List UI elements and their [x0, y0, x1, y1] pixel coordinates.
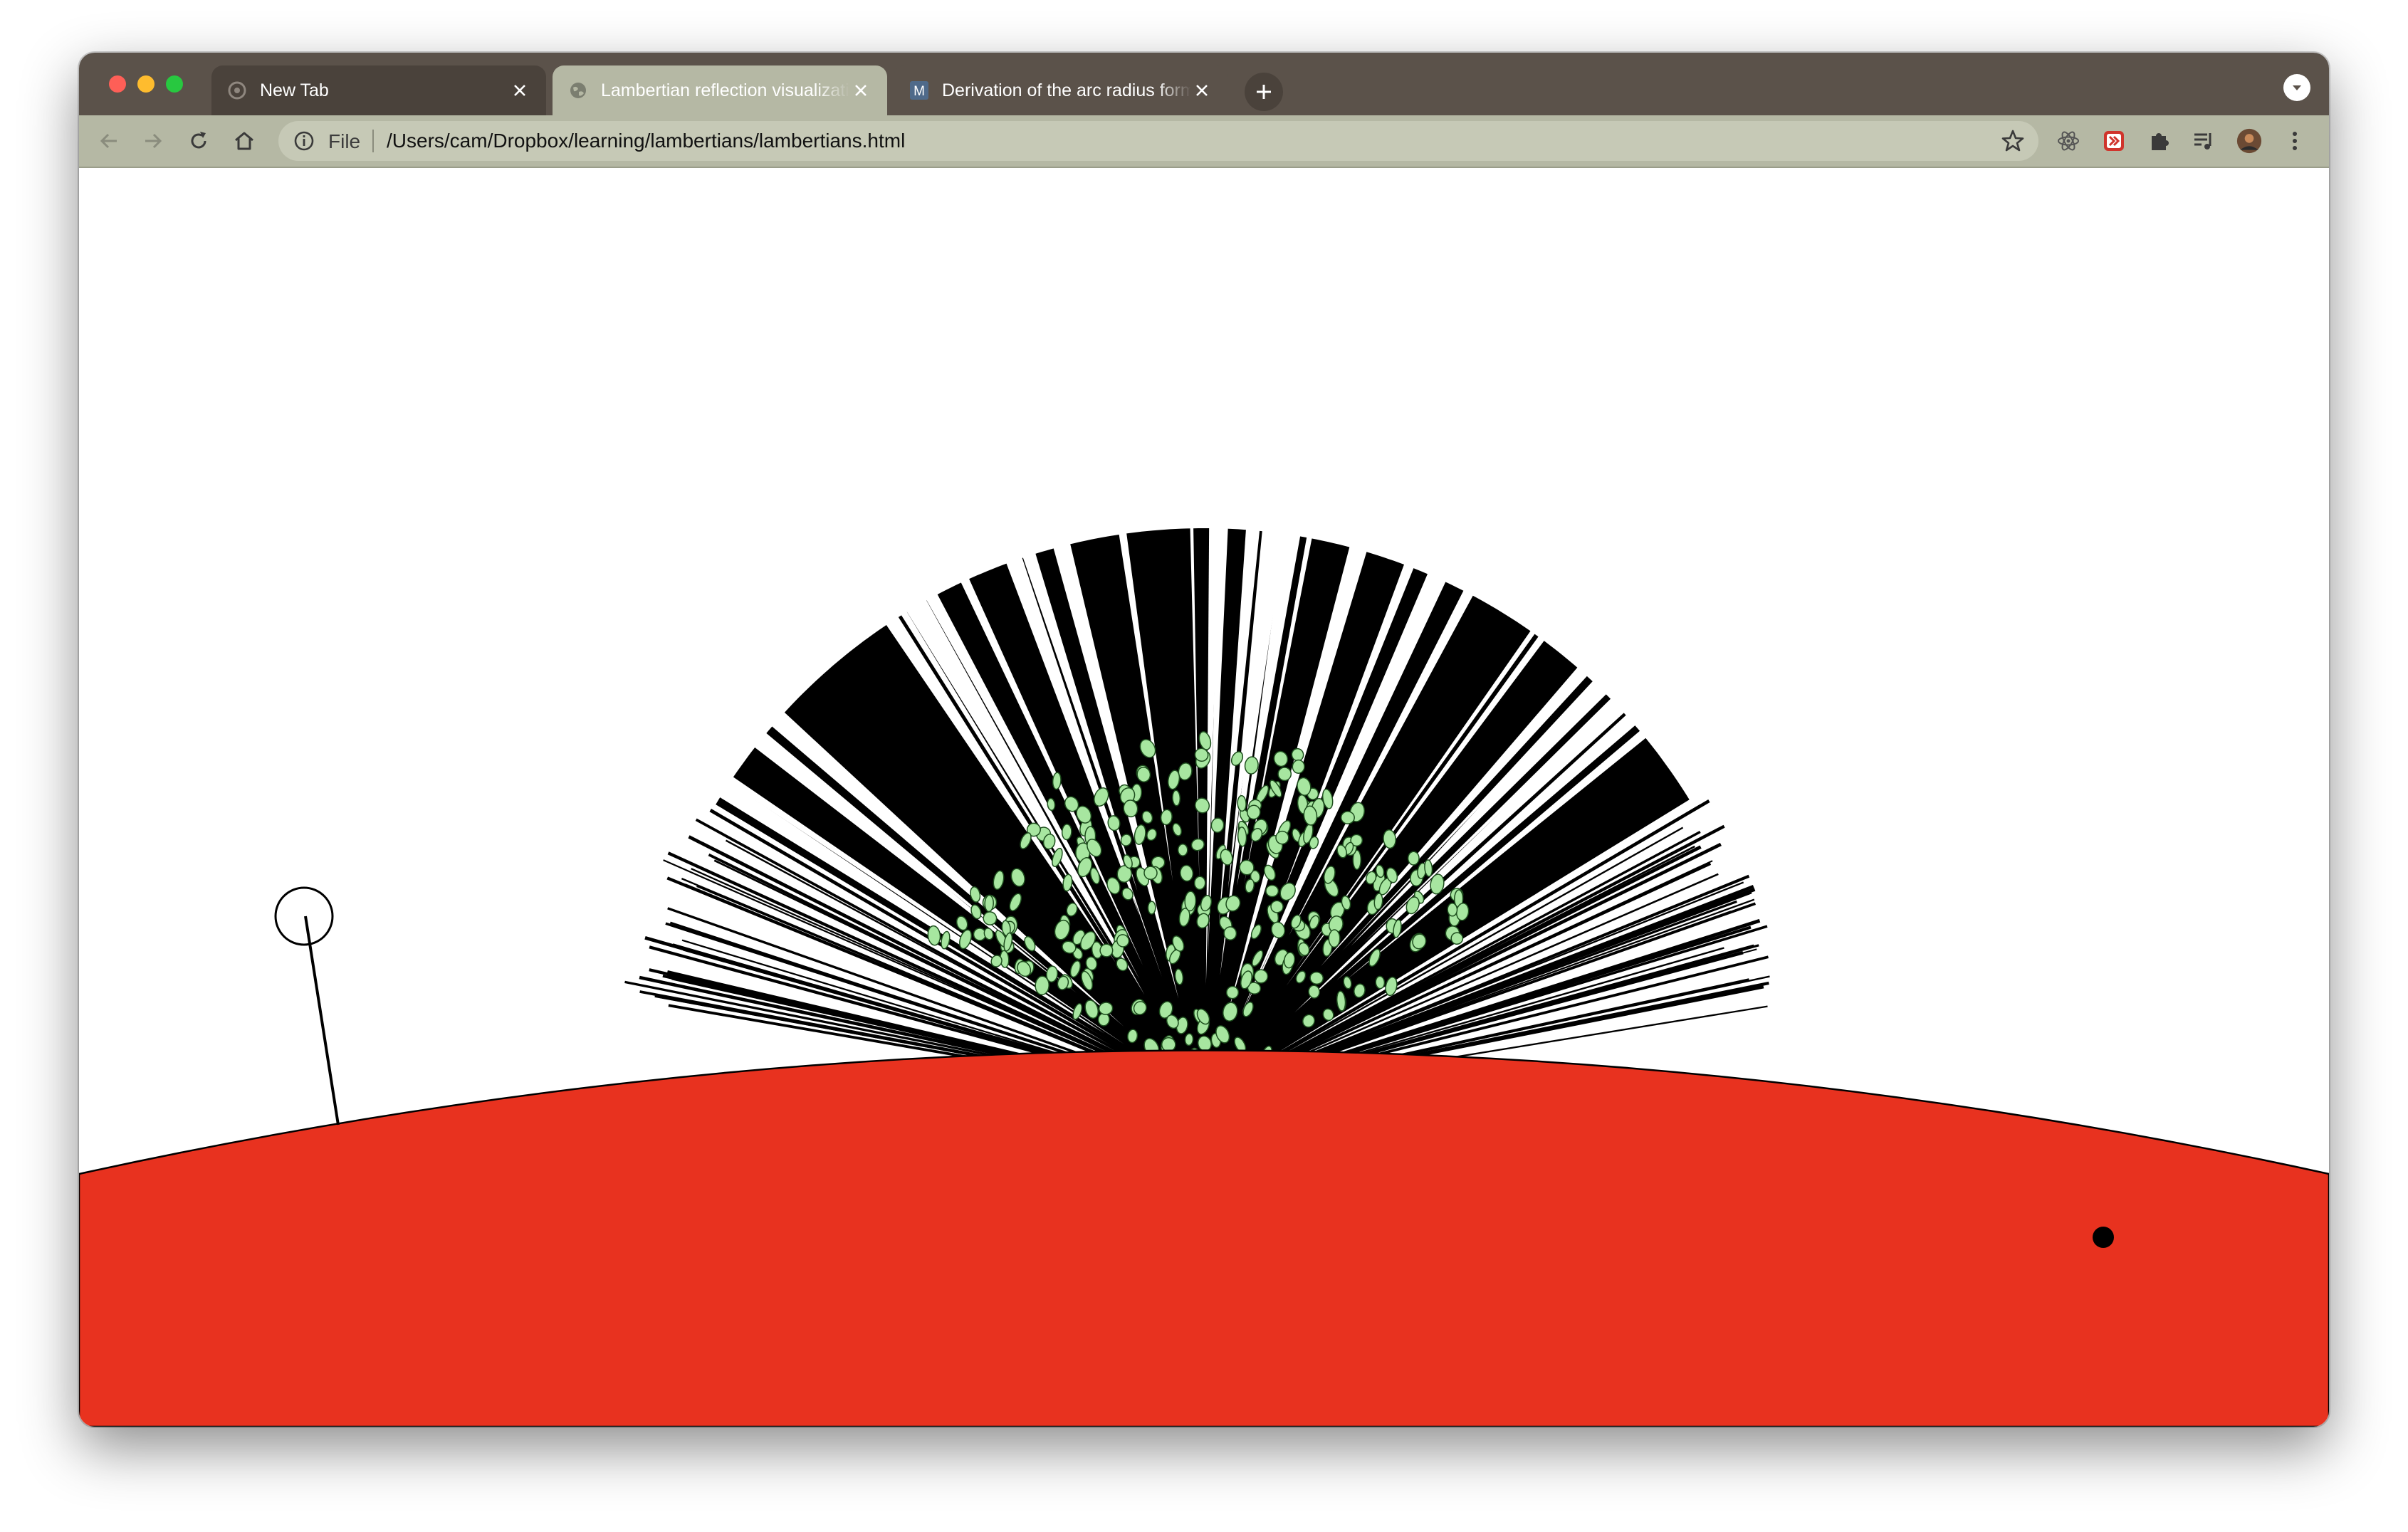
tab-lambertian[interactable]: Lambertian reflection visualization — [553, 65, 887, 115]
photon-particle — [1447, 903, 1458, 917]
chrome-icon — [227, 80, 247, 100]
media-queue-icon[interactable] — [2191, 128, 2216, 154]
photon-particle — [1407, 851, 1420, 866]
tab-derivation[interactable]: M Derivation of the arc radius formula — [894, 65, 1228, 115]
zoom-window-button[interactable] — [166, 75, 183, 93]
photon-particle — [1035, 975, 1049, 996]
tab-search-button[interactable] — [2283, 74, 2310, 101]
tab-title: Derivation of the arc radius formula — [942, 80, 1191, 100]
tab-title: New Tab — [260, 80, 329, 100]
photon-particle — [1375, 975, 1386, 990]
viewer-point[interactable] — [2093, 1227, 2114, 1248]
new-tab-button[interactable] — [1245, 73, 1283, 111]
tab-close-icon[interactable] — [509, 80, 530, 101]
tab-strip: New Tab Lambertian reflection visualizat… — [79, 53, 2329, 115]
omnibox-divider — [372, 130, 374, 152]
minimize-window-button[interactable] — [137, 75, 155, 93]
close-window-button[interactable] — [109, 75, 126, 93]
scheme-label: File — [328, 130, 361, 152]
photon-particle — [1277, 767, 1292, 782]
reflected-rays — [624, 457, 1770, 1100]
avatar[interactable] — [2236, 128, 2262, 154]
address-bar[interactable]: File /Users/cam/Dropbox/learning/lambert… — [278, 121, 2038, 161]
photon-particle — [1237, 794, 1247, 812]
photon-particle — [1328, 929, 1341, 948]
url-text[interactable]: /Users/cam/Dropbox/learning/lambertians/… — [387, 130, 905, 152]
plus-icon — [1257, 85, 1271, 99]
photon-particle — [1265, 884, 1279, 898]
photon-particle — [1177, 843, 1188, 856]
light-source-handle[interactable] — [274, 886, 334, 946]
photon-particle — [1292, 759, 1305, 774]
svg-text:M: M — [914, 84, 925, 99]
browser-window: New Tab Lambertian reflection visualizat… — [79, 53, 2329, 1427]
page-content — [79, 168, 2329, 1427]
photon-particle — [1193, 876, 1206, 891]
react-devtools-icon[interactable] — [2056, 128, 2081, 154]
photon-particle — [1340, 811, 1355, 824]
reflecting-surface — [79, 1049, 2329, 1427]
tab-new-tab[interactable]: New Tab — [211, 65, 546, 115]
photon-particle — [1225, 985, 1240, 1000]
chevron-down-icon — [2293, 85, 2301, 90]
m-favicon-icon: M — [909, 80, 929, 100]
globe-icon — [568, 80, 588, 100]
lambertian-scene — [79, 457, 2329, 1427]
info-icon[interactable] — [293, 130, 315, 152]
back-icon[interactable] — [96, 128, 122, 154]
photon-particle — [984, 894, 994, 913]
photon-particle — [1147, 901, 1156, 915]
photon-particle — [1172, 789, 1181, 807]
red-extension-icon[interactable] — [2101, 128, 2127, 154]
home-icon[interactable] — [231, 128, 257, 154]
photon-particle — [1184, 1033, 1194, 1046]
light-source-stem — [304, 915, 340, 1126]
bookmark-star-icon[interactable] — [2000, 128, 2026, 154]
puzzle-icon[interactable] — [2147, 128, 2172, 154]
reload-icon[interactable] — [186, 128, 211, 154]
kebab-menu-icon[interactable] — [2282, 128, 2308, 154]
photon-particle — [1184, 891, 1197, 912]
tab-title: Lambertian reflection visualization — [601, 80, 850, 100]
tab-close-icon[interactable] — [850, 80, 871, 101]
browser-toolbar: File /Users/cam/Dropbox/learning/lambert… — [79, 115, 2329, 168]
photon-particle — [1061, 824, 1072, 841]
tab-close-icon[interactable] — [1191, 80, 1213, 101]
photon-particle — [1308, 985, 1320, 999]
photon-particle — [1275, 830, 1289, 845]
forward-icon[interactable] — [140, 128, 166, 154]
